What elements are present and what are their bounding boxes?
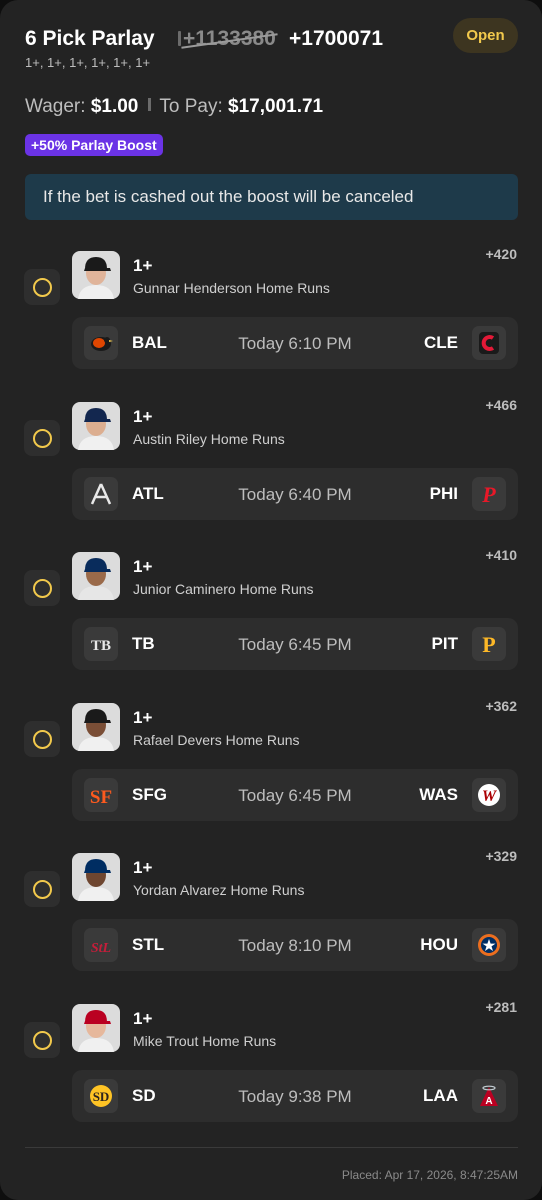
- nationals-logo: W: [472, 778, 506, 812]
- placed-timestamp: Placed: Apr 17, 2026, 8:47:25AM: [341, 1168, 518, 1182]
- game-matchup[interactable]: ATL Today 6:40 PM PHI P: [72, 468, 518, 520]
- pirates-logo: P: [472, 627, 506, 661]
- leg-item[interactable]: 1+ Rafael Devers Home Runs +362 SF SFG Today …: [0, 698, 542, 833]
- leg-line: 1+: [133, 407, 153, 426]
- home-team: HOU: [420, 935, 458, 954]
- leg-market: Gunnar Henderson Home Runs: [133, 280, 330, 296]
- leg-market: Austin Riley Home Runs: [133, 431, 285, 447]
- leg-odds: +329: [485, 848, 517, 864]
- player-headshot-giants: [72, 703, 120, 751]
- svg-text:W: W: [482, 788, 498, 805]
- game-matchup[interactable]: StL STL Today 8:10 PM HOU: [72, 919, 518, 971]
- pending-circle-icon: [32, 277, 52, 297]
- wager-label: Wager:: [25, 96, 86, 117]
- footer-divider: [25, 1147, 518, 1148]
- leg-status-icon[interactable]: [24, 871, 60, 907]
- title-divider: [178, 31, 181, 46]
- home-team: PHI: [429, 484, 458, 503]
- leg-odds: +281: [485, 999, 517, 1015]
- leg-market: Mike Trout Home Runs: [133, 1033, 277, 1049]
- boosted-odds: +1700071: [289, 27, 384, 50]
- wager-divider: [148, 98, 152, 111]
- game-matchup[interactable]: BAL Today 6:10 PM CLE: [72, 317, 518, 369]
- pending-circle-icon: [32, 879, 52, 899]
- leg-item[interactable]: 1+ Mike Trout Home Runs +281 SD SD Today 9:38…: [0, 999, 542, 1134]
- status-badge: Open: [453, 18, 518, 53]
- svg-text:P: P: [481, 482, 496, 507]
- leg-item[interactable]: 1+ Gunnar Henderson Home Runs +420 BAL Today…: [0, 246, 542, 381]
- pending-circle-icon: [32, 729, 52, 749]
- svg-text:A: A: [485, 1096, 492, 1107]
- leg-line: 1+: [133, 1009, 153, 1028]
- leg-market: Rafael Devers Home Runs: [133, 732, 300, 748]
- leg-status-icon[interactable]: [24, 721, 60, 757]
- leg-line: 1+: [133, 858, 153, 877]
- guardians-logo: [472, 326, 506, 360]
- parlay-title: 6 Pick Parlay: [25, 27, 155, 50]
- home-team: PIT: [431, 634, 458, 653]
- leg-market: Junior Caminero Home Runs: [133, 581, 314, 597]
- leg-line: 1+: [133, 557, 153, 576]
- home-team: LAA: [423, 1086, 458, 1105]
- pending-circle-icon: [32, 578, 52, 598]
- leg-status-icon[interactable]: [24, 420, 60, 456]
- leg-line: 1+: [133, 708, 153, 727]
- wager-summary: Wager: $1.00 To Pay: $17,001.71: [25, 96, 323, 118]
- leg-odds: +410: [485, 547, 517, 563]
- phillies-logo: P: [472, 477, 506, 511]
- pending-circle-icon: [32, 428, 52, 448]
- wager-value: $1.00: [90, 96, 139, 117]
- leg-item[interactable]: 1+ Yordan Alvarez Home Runs +329 StL STL Toda…: [0, 848, 542, 983]
- to-pay-label: To Pay:: [159, 96, 223, 117]
- player-headshot-angels: [72, 1004, 120, 1052]
- home-team: CLE: [424, 333, 458, 352]
- player-headshot-astros: [72, 853, 120, 901]
- pending-circle-icon: [32, 1030, 52, 1050]
- to-pay-value: $17,001.71: [228, 96, 324, 117]
- parlay-boost-badge: +50% Parlay Boost: [25, 134, 163, 156]
- leg-status-icon[interactable]: [24, 1022, 60, 1058]
- leg-item[interactable]: 1+ Junior Caminero Home Runs +410 TB TB Today…: [0, 547, 542, 682]
- home-team: WAS: [419, 785, 458, 804]
- angels-logo: A: [472, 1079, 506, 1113]
- leg-odds: +420: [485, 246, 517, 262]
- parlay-card: 6 Pick Parlay +1133380 +1700071 1+, 1+, …: [0, 0, 542, 1200]
- player-headshot-rays: [72, 552, 120, 600]
- leg-odds: +362: [485, 698, 517, 714]
- cashout-notice: If the bet is cashed out the boost will …: [25, 174, 518, 220]
- astros-logo: [472, 928, 506, 962]
- leg-odds: +466: [485, 397, 517, 413]
- leg-status-icon[interactable]: [24, 269, 60, 305]
- leg-line: 1+: [133, 256, 153, 275]
- leg-status-icon[interactable]: [24, 570, 60, 606]
- player-headshot-braves: [72, 402, 120, 450]
- game-matchup[interactable]: TB TB Today 6:45 PM PIT P: [72, 618, 518, 670]
- leg-market: Yordan Alvarez Home Runs: [133, 882, 305, 898]
- original-odds: +1133380: [183, 27, 276, 50]
- svg-text:P: P: [482, 632, 495, 657]
- game-matchup[interactable]: SD SD Today 9:38 PM LAA A: [72, 1070, 518, 1122]
- player-headshot-orioles: [72, 251, 120, 299]
- leg-item[interactable]: 1+ Austin Riley Home Runs +466 ATL Today 6:4…: [0, 397, 542, 532]
- parlay-lines-summary: 1+, 1+, 1+, 1+, 1+, 1+: [25, 55, 151, 70]
- game-matchup[interactable]: SF SFG Today 6:45 PM WAS W: [72, 769, 518, 821]
